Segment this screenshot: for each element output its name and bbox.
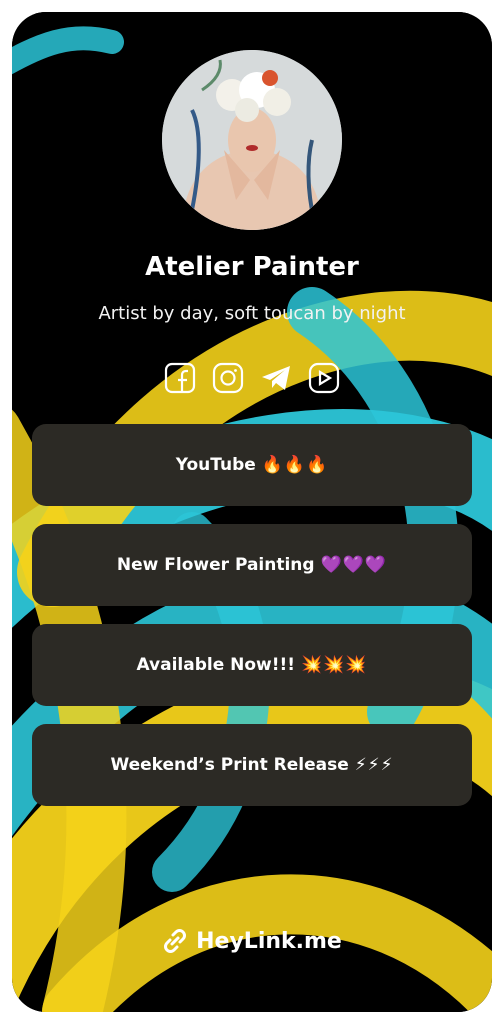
brand-footer[interactable]: HeyLink.me xyxy=(12,928,492,954)
link-button-new-flower-painting[interactable]: New Flower Painting 💜💜💜 xyxy=(32,524,472,606)
fire-icon: 🔥🔥🔥 xyxy=(261,455,329,475)
avatar-image xyxy=(162,50,342,230)
profile-name: Atelier Painter xyxy=(145,252,359,282)
profile-bio: Artist by day, soft toucan by night xyxy=(98,303,406,324)
link-list: YouTube 🔥🔥🔥 New Flower Painting 💜💜💜 Avai… xyxy=(32,424,472,824)
profile-card: Atelier Painter Artist by day, soft touc… xyxy=(12,12,492,1012)
link-button-youtube[interactable]: YouTube 🔥🔥🔥 xyxy=(32,424,472,506)
collision-icon: 💥💥💥 xyxy=(301,655,368,675)
lightning-icon: ⚡⚡⚡ xyxy=(354,755,394,775)
link-button-available-now[interactable]: Available Now!!! 💥💥💥 xyxy=(32,624,472,706)
link-label: New Flower Painting xyxy=(116,555,315,575)
link-label: Available Now!!! xyxy=(136,655,296,675)
link-button-weekend-print-release[interactable]: Weekend’s Print Release ⚡⚡⚡ xyxy=(32,724,472,806)
social-icons xyxy=(162,360,342,396)
brand-label: HeyLink.me xyxy=(196,928,342,954)
avatar xyxy=(162,50,342,230)
heylink-logo-icon xyxy=(162,928,188,954)
link-label: YouTube xyxy=(175,455,256,475)
youtube-icon[interactable] xyxy=(306,360,342,396)
link-label: Weekend’s Print Release xyxy=(110,755,349,775)
facebook-icon[interactable] xyxy=(162,360,198,396)
instagram-icon[interactable] xyxy=(210,360,246,396)
telegram-icon[interactable] xyxy=(258,360,294,396)
purple-heart-icon: 💜💜💜 xyxy=(320,555,388,575)
